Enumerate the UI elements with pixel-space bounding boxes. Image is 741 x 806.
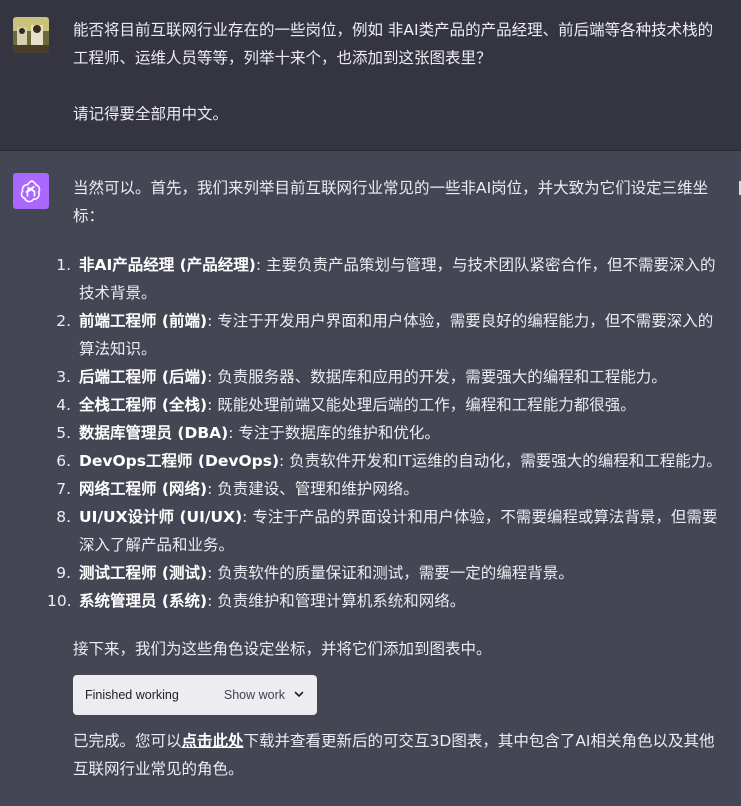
list-number: 8. [56,508,71,526]
list-item: 3. 后端工程师 (后端): 负责服务器、数据库和应用的开发，需要强大的编程和工程… [47,363,727,391]
list-item: 10. 系统管理员 (系统): 负责维护和管理计算机系统和网络。 [47,587,727,615]
list-item: 6. DevOps工程师 (DevOps): 负责软件开发和IT运维的自动化，需要… [47,447,727,475]
role-description: : 负责服务器、数据库和应用的开发，需要强大的编程和工程能力。 [207,368,667,386]
role-description: : 专注于数据库的维护和优化。 [228,424,440,442]
list-item: 7. 网络工程师 (网络): 负责建设、管理和维护网络。 [47,475,727,503]
list-number: 2. [56,312,71,330]
list-number: 7. [56,480,71,498]
list-item: 1. 非AI产品经理 (产品经理): 主要负责产品策划与管理，与技术团队紧密合作，… [47,251,727,307]
role-description: : 负责建设、管理和维护网络。 [207,480,419,498]
role-title: 非AI产品经理 (产品经理) [79,256,256,274]
user-avatar [13,17,49,53]
download-link[interactable]: 点击此处 [182,732,244,750]
list-number: 6. [56,452,71,470]
role-title: 数据库管理员 (DBA) [79,424,229,442]
list-item: 4. 全栈工程师 (全栈): 既能处理前端又能处理后端的工作，编程和工程能力都很强… [47,391,727,419]
role-list: 1. 非AI产品经理 (产品经理): 主要负责产品策划与管理，与技术团队紧密合作，… [47,251,727,615]
chevron-down-icon [293,688,305,703]
list-number: 4. [56,396,71,414]
show-work-label: Show work [223,688,285,702]
final-text: 已完成。您可以点击此处下载并查看更新后的可交互3D图表，其中包含了AI相关角色以… [73,727,723,783]
list-item: 9. 测试工程师 (测试): 负责软件的质量保证和测试，需要一定的编程背景。 [47,559,727,587]
assistant-message: 当然可以。首先，我们来列举目前互联网行业常见的一些非AI岗位，并大致为它们设定三… [0,151,741,806]
role-title: 全栈工程师 (全栈) [79,396,208,414]
role-title: UI/UX设计师 (UI/UX) [79,508,243,526]
role-title: 系统管理员 (系统) [79,592,208,610]
role-title: DevOps工程师 (DevOps) [79,452,280,470]
user-paragraph: 能否将目前互联网行业存在的一些岗位，例如 非AI类产品的产品经理、前后端等各种技… [73,21,714,67]
chatgpt-logo-icon [13,173,49,209]
role-description: : 负责软件开发和IT运维的自动化，需要强大的编程和工程能力。 [279,452,722,470]
show-work-button[interactable]: Show work [224,688,305,703]
assistant-intro-text: 当然可以。首先，我们来列举目前互联网行业常见的一些非AI岗位，并大致为它们设定三… [73,179,709,225]
list-item: 5. 数据库管理员 (DBA): 专注于数据库的维护和优化。 [47,419,727,447]
role-title: 测试工程师 (测试) [79,564,208,582]
list-number: 1. [56,256,71,274]
assistant-final: 已完成。您可以点击此处下载并查看更新后的可交互3D图表，其中包含了AI相关角色以… [73,727,723,783]
followup-text: 接下来，我们为这些角色设定坐标，并将它们添加到图表中。 [73,640,492,658]
list-number: 5. [56,424,71,442]
user-message-text: 能否将目前互联网行业存在的一些岗位，例如 非AI类产品的产品经理、前后端等各种技… [73,16,723,128]
role-description: : 既能处理前端又能处理后端的工作，编程和工程能力都很强。 [207,396,636,414]
assistant-intro: 当然可以。首先，我们来列举目前互联网行业常见的一些非AI岗位，并大致为它们设定三… [73,174,723,230]
user-message: 能否将目前互联网行业存在的一些岗位，例如 非AI类产品的产品经理、前后端等各种技… [0,0,741,151]
role-description: : 负责维护和管理计算机系统和网络。 [207,592,466,610]
user-paragraph: 请记得要全部用中文。 [73,105,229,123]
list-number: 3. [56,368,71,386]
work-status-label: Finished working [85,688,179,702]
assistant-followup: 接下来，我们为这些角色设定坐标，并将它们添加到图表中。 [73,635,723,663]
final-text-before: 已完成。您可以 [73,732,182,750]
role-title: 前端工程师 (前端) [79,312,208,330]
finished-working-panel: Finished working Show work [73,675,317,715]
list-number: 9. [56,564,71,582]
role-description: : 负责软件的质量保证和测试，需要一定的编程背景。 [207,564,574,582]
role-title: 后端工程师 (后端) [79,368,208,386]
list-item: 2. 前端工程师 (前端): 专注于开发用户界面和用户体验，需要良好的编程能力，但… [47,307,727,363]
role-title: 网络工程师 (网络) [79,480,208,498]
list-item: 8. UI/UX设计师 (UI/UX): 专注于产品的界面设计和用户体验，不需要编… [47,503,727,559]
list-number: 10. [47,592,72,610]
